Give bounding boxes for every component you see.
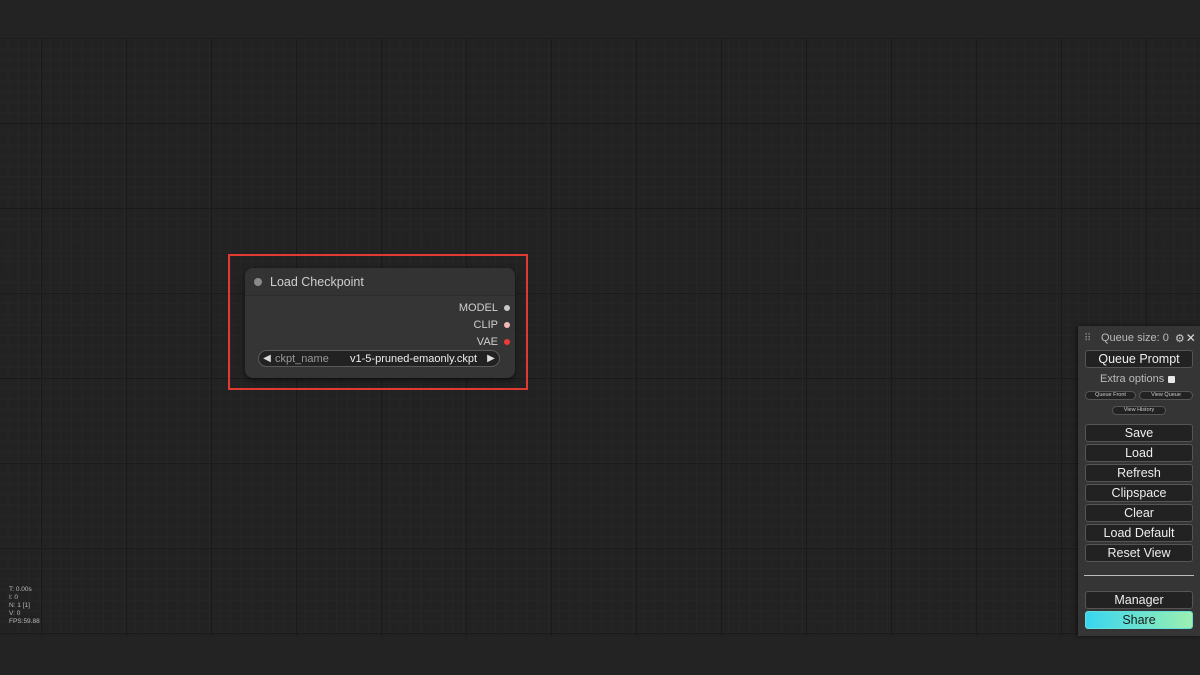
close-icon[interactable]: ✕ (1186, 331, 1196, 345)
extra-options-label: Extra options (1100, 373, 1165, 385)
share-button[interactable]: Share (1085, 611, 1193, 629)
bottom-bar (0, 636, 1200, 675)
highlight-box (228, 254, 528, 390)
load-default-button[interactable]: Load Default (1085, 524, 1193, 542)
menu-divider (1084, 575, 1194, 576)
save-button[interactable]: Save (1085, 424, 1193, 442)
graph-canvas[interactable] (0, 0, 1200, 675)
stat-fps: FPS:59.88 (9, 618, 40, 625)
menu-header: ⠿ Queue size: 0 ⚙ ✕ (1078, 330, 1200, 346)
stat-n: N: 1 [1] (9, 602, 30, 609)
extra-options[interactable]: Extra options (1100, 373, 1176, 385)
stat-time: T: 0.00s (9, 586, 32, 593)
queue-size: Queue size: 0 (1101, 332, 1169, 344)
drag-handle-icon[interactable]: ⠿ (1084, 333, 1098, 344)
reset-view-button[interactable]: Reset View (1085, 544, 1193, 562)
stat-v: V: 0 (9, 610, 21, 617)
gear-icon[interactable]: ⚙ (1175, 332, 1185, 345)
clipspace-button[interactable]: Clipspace (1085, 484, 1193, 502)
clear-button[interactable]: Clear (1085, 504, 1193, 522)
comfy-menu: ⠿ Queue size: 0 ⚙ ✕ Queue Prompt Extra o… (1078, 326, 1200, 636)
queue-front-button[interactable]: Queue Front (1085, 391, 1136, 400)
top-bar (0, 0, 1200, 39)
extra-options-checkbox[interactable] (1168, 375, 1176, 383)
queue-prompt-button[interactable]: Queue Prompt (1085, 350, 1193, 368)
render-stats: T: 0.00s I: 0 N: 1 [1] V: 0 FPS:59.88 (9, 586, 40, 626)
view-queue-button[interactable]: View Queue (1139, 391, 1193, 400)
view-history-button[interactable]: View History (1112, 406, 1166, 415)
manager-button[interactable]: Manager (1085, 591, 1193, 609)
refresh-button[interactable]: Refresh (1085, 464, 1193, 482)
stat-i: I: 0 (9, 594, 19, 601)
load-button[interactable]: Load (1085, 444, 1193, 462)
